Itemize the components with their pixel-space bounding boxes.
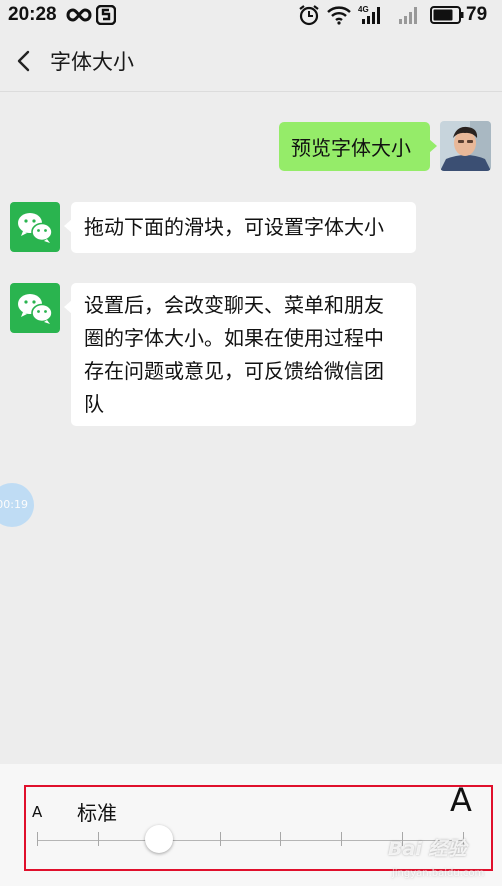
watermark: Bai 经验 (388, 838, 467, 860)
battery-icon (430, 6, 464, 28)
slider-tick[interactable] (341, 832, 342, 846)
signal-icon (396, 4, 422, 30)
wechat-logo-icon (18, 213, 53, 243)
back-button[interactable] (10, 44, 40, 78)
slider-tick[interactable] (220, 832, 221, 846)
received-message-bubble: 拖动下面的滑块，可设置字体大小 (64, 202, 416, 253)
app-icon (95, 4, 117, 29)
received-message-bubble: 设置后，会改变聊天、菜单和朋友圈的字体大小。如果在使用过程中存在问题或意见，可反… (64, 283, 416, 426)
user-avatar (440, 121, 491, 171)
small-font-label: A (32, 803, 43, 821)
wifi-icon (327, 5, 351, 29)
status-time: 20:28 (8, 4, 57, 25)
status-bar: 20:28 4G 79 (0, 0, 502, 30)
floating-time-indicator[interactable]: 00:19 (0, 483, 34, 527)
battery-level: 79 (466, 4, 488, 25)
slider-tick[interactable] (37, 832, 38, 846)
current-size-label: 标准 (77, 801, 117, 825)
signal-4g-icon: 4G (358, 4, 384, 30)
received-message-text: 设置后，会改变聊天、菜单和朋友圈的字体大小。如果在使用过程中存在问题或意见，可反… (84, 293, 384, 416)
font-size-slider-knob[interactable] (145, 825, 173, 853)
svg-text:4G: 4G (358, 5, 369, 14)
chevron-left-icon (17, 50, 30, 72)
page-title: 字体大小 (50, 50, 134, 74)
slider-tick[interactable] (280, 832, 281, 846)
wechat-team-avatar (10, 283, 60, 333)
received-message-text: 拖动下面的滑块，可设置字体大小 (84, 215, 384, 239)
alarm-icon (298, 4, 320, 30)
large-font-label: A (450, 781, 472, 819)
infinity-icon (66, 6, 92, 28)
wechat-logo-icon (18, 294, 53, 324)
slider-tick[interactable] (98, 832, 99, 846)
sent-message-text: 预览字体大小 (291, 136, 411, 160)
wechat-team-avatar (10, 202, 60, 252)
sent-message-bubble: 预览字体大小 (279, 122, 437, 171)
watermark-subtext: jingyan.baidu.com (392, 868, 485, 879)
title-bar: 字体大小 (0, 30, 502, 92)
chat-preview-area: 预览字体大小 拖动下面的滑块，可设置字体大小 设置后，会改变聊天、菜单和朋友圈的… (0, 92, 502, 764)
